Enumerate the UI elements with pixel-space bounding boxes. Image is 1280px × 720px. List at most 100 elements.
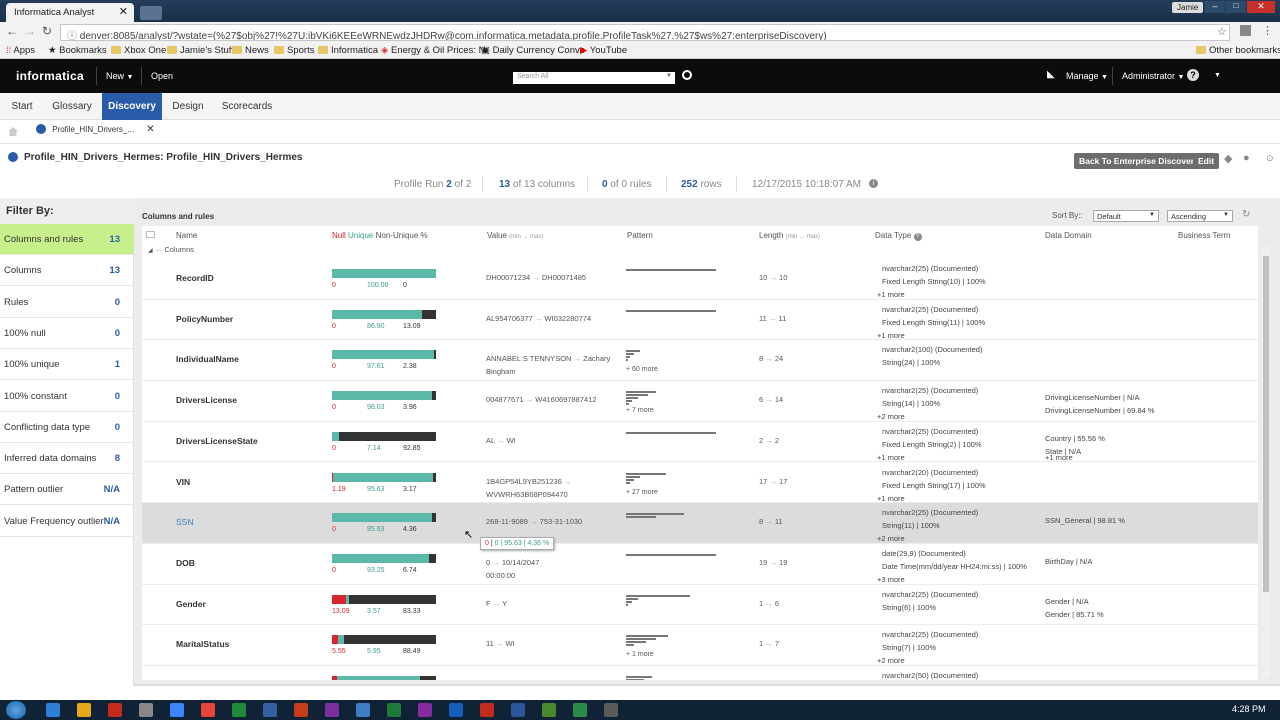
pattern-more-link[interactable]: + 60 more	[626, 366, 658, 373]
onenote-icon[interactable]	[325, 703, 339, 717]
column-name[interactable]: VIN	[176, 477, 190, 487]
forward-icon[interactable]: →	[24, 24, 36, 38]
select-all-checkbox[interactable]	[146, 226, 155, 244]
menu-icon[interactable]: ⋮	[1262, 24, 1273, 37]
new-tab-button[interactable]	[140, 6, 162, 20]
pattern-sparkline[interactable]	[626, 594, 726, 607]
media-icon[interactable]	[108, 703, 122, 717]
user-badge[interactable]: Jamie	[1172, 2, 1204, 13]
table-row[interactable]: Phone1 (254) 739-5233 → Tel: 218-739-527…	[142, 666, 1258, 680]
pattern-more-link[interactable]: + 7 more	[626, 407, 654, 414]
uniqueness-bar[interactable]	[332, 269, 436, 278]
explorer-icon[interactable]	[77, 703, 91, 717]
column-name[interactable]: DOB	[176, 558, 195, 568]
browser-tab[interactable]: Informatica Analyst ✕	[6, 3, 134, 22]
nav-design[interactable]: Design	[170, 93, 206, 120]
collapse-icon[interactable]: ◢	[148, 248, 153, 254]
app-icon[interactable]	[263, 703, 277, 717]
other-bookmarks[interactable]: Other bookmarks	[1196, 45, 1280, 56]
bookmark-informatica[interactable]: Informatica	[318, 45, 378, 56]
pattern-sparkline[interactable]	[626, 553, 726, 557]
nav-start[interactable]: Start	[6, 93, 38, 120]
column-name[interactable]: DriversLicenseState	[176, 436, 258, 446]
reload-icon[interactable]: ↻	[42, 24, 52, 38]
bookmark-sports[interactable]: Sports	[274, 45, 314, 56]
table-row[interactable]: SSN 0 95.63 4.36 268-11-9089 → 753-31-10…	[142, 503, 1258, 544]
table-row[interactable]: Gender 13.09 3.57 83.33 F → Y 1 → 6 nvar…	[142, 585, 1258, 626]
col-header-value[interactable]: Value (min → max)	[487, 226, 543, 244]
search-input[interactable]: Search All ▼	[513, 72, 675, 84]
column-name[interactable]: RecordID	[176, 273, 214, 283]
table-row[interactable]: DriversLicenseState 0 7.14 92.85 AL → WI…	[142, 422, 1258, 463]
bookmark-youtube[interactable]: ▶ YouTube	[580, 45, 627, 56]
bookmark-apps[interactable]: ⁞⁞ Apps	[6, 45, 35, 56]
outlook-icon[interactable]	[356, 703, 370, 717]
profile-tab[interactable]: Profile_HIN_Drivers_... ✕	[36, 124, 155, 140]
pattern-more-link[interactable]: + 1 more	[626, 651, 654, 658]
data-domain-more-link[interactable]: +1 more	[1045, 453, 1073, 462]
refresh-icon[interactable]: ↻	[1242, 209, 1250, 220]
pattern-more-link[interactable]: + 27 more	[626, 489, 658, 496]
nav-glossary[interactable]: Glossary	[50, 93, 94, 120]
outlook-icon[interactable]	[449, 703, 463, 717]
extension-icon[interactable]	[1240, 25, 1251, 36]
bookmark-news[interactable]: News	[232, 45, 269, 56]
uniqueness-bar[interactable]	[332, 472, 436, 482]
chevron-down-icon[interactable]: ⊙	[1266, 153, 1274, 164]
uniqueness-bar[interactable]	[332, 431, 436, 441]
minimize-button[interactable]: –	[1205, 1, 1225, 13]
table-row[interactable]: DriversLicense 0 96.03 3.96 004877671 → …	[142, 381, 1258, 422]
datatype-more-link[interactable]: +3 more	[877, 575, 905, 584]
pattern-sparkline[interactable]	[626, 269, 726, 272]
bookmark-currency[interactable]: ▣ Daily Currency Conve	[481, 45, 585, 56]
uniqueness-bar[interactable]	[332, 350, 436, 360]
column-name[interactable]: PolicyNumber	[176, 314, 233, 324]
col-header-domain[interactable]: Data Domain	[1045, 226, 1092, 244]
table-row[interactable]: IndividualName 0 97.61 2.38 ANNABEL S TE…	[142, 340, 1258, 382]
app-icon[interactable]	[573, 703, 587, 717]
filter-item[interactable]: Value Frequency outlier N/A	[0, 506, 134, 537]
filter-item[interactable]: Pattern outlier N/A	[0, 474, 134, 506]
nav-scorecards[interactable]: Scorecards	[218, 93, 276, 120]
table-row[interactable]: PolicyNumber 0 86.90 13.09 AL954706377 →…	[142, 300, 1258, 341]
nav-discovery[interactable]: Discovery	[102, 93, 162, 120]
open-button[interactable]: Open	[151, 71, 173, 81]
pattern-sparkline[interactable]	[626, 676, 726, 680]
datatype-more-link[interactable]: +2 more	[877, 656, 905, 665]
comment-icon[interactable]: ●	[1243, 152, 1250, 164]
col-header-name[interactable]: Name	[176, 226, 197, 244]
office-icon[interactable]	[294, 703, 308, 717]
admin-menu[interactable]: Administrator ▼	[1122, 71, 1184, 81]
start-button[interactable]	[6, 701, 26, 719]
bookmark-star-icon[interactable]: ☆	[1217, 25, 1227, 38]
table-row[interactable]: MaritalStatus 5.55 5.95 88.49 11 → WI + …	[142, 625, 1258, 666]
table-row[interactable]: DOB 0 93.25 6.74 0 → 10/14/2047 00:00:00…	[142, 544, 1258, 585]
app-icon[interactable]	[542, 703, 556, 717]
chevron-down-icon[interactable]: ▼	[1214, 72, 1221, 79]
edit-button[interactable]: Edit	[1193, 153, 1220, 169]
datatype-more-link[interactable]: +1 more	[877, 331, 905, 340]
uniqueness-bar[interactable]	[332, 513, 436, 523]
order-select[interactable]: Ascending ▼	[1167, 210, 1233, 222]
pattern-sparkline[interactable]	[626, 431, 726, 435]
app-icon[interactable]	[139, 703, 153, 717]
filter-item[interactable]: 100% unique 1	[0, 349, 134, 381]
filter-item[interactable]: 100% null 0	[0, 318, 134, 349]
sort-by-select[interactable]: Default ▼	[1093, 210, 1159, 222]
manage-menu[interactable]: Manage ▼	[1066, 71, 1108, 81]
filter-item[interactable]: Columns 13	[0, 255, 134, 287]
vertical-scrollbar[interactable]	[1262, 246, 1270, 678]
pattern-sparkline[interactable]	[626, 472, 726, 485]
chrome-icon[interactable]	[170, 703, 184, 717]
filter-item[interactable]: Columns and rules 13	[0, 224, 134, 255]
app-icon[interactable]	[232, 703, 246, 717]
datatype-more-link[interactable]: +2 more	[877, 412, 905, 421]
datatype-more-link[interactable]: +1 more	[877, 453, 905, 462]
filter-item[interactable]: Inferred data domains 8	[0, 443, 134, 475]
onenote-icon[interactable]	[418, 703, 432, 717]
ie-icon[interactable]	[46, 703, 60, 717]
word-icon[interactable]	[511, 703, 525, 717]
help-icon[interactable]: ?	[913, 233, 922, 241]
close-icon[interactable]: ✕	[146, 124, 154, 135]
table-row[interactable]: RecordID 0 100.00 0 DH00071234 → DH00071…	[142, 259, 1258, 300]
